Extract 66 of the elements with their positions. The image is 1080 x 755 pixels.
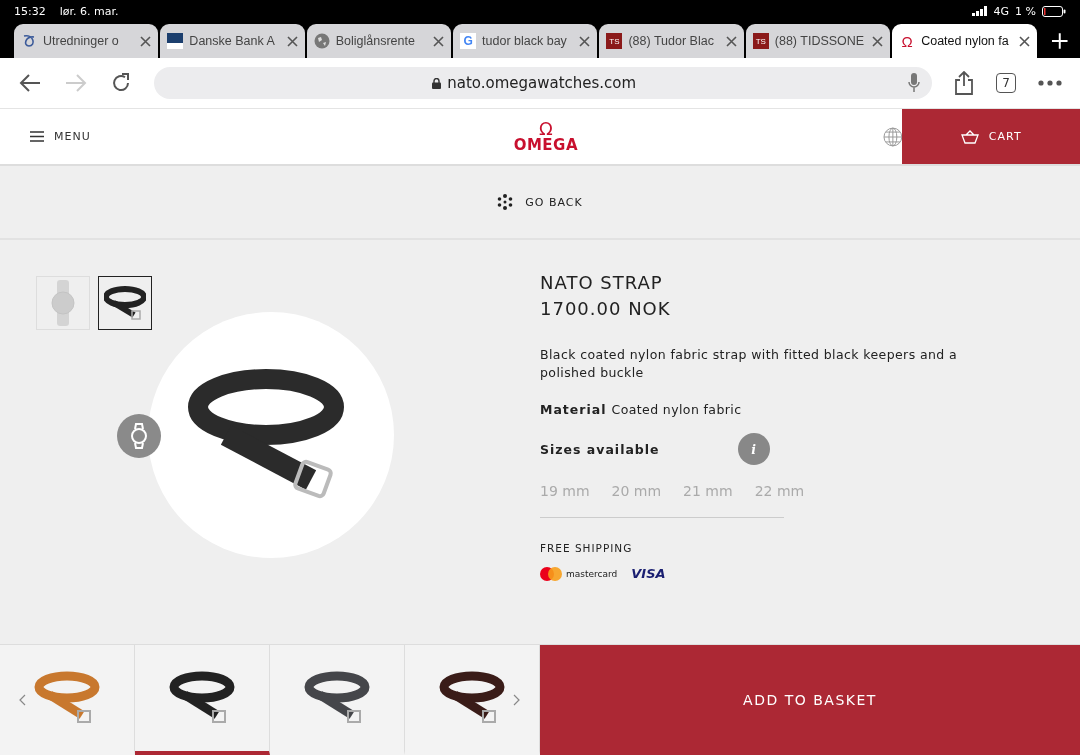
chevron-right-icon[interactable] [513, 694, 520, 706]
close-icon[interactable] [140, 35, 152, 47]
gallery-thumbnail[interactable] [98, 276, 152, 330]
new-tab-icon[interactable] [1050, 32, 1069, 50]
browser-tab[interactable]: TS (88) TIDSSONE [745, 24, 891, 58]
material-value: Coated nylon fabric [611, 402, 742, 417]
status-time: 15:32 [14, 4, 46, 18]
battery-label: 1 % [1015, 4, 1036, 18]
dots-icon [497, 194, 514, 210]
watch-icon [48, 280, 78, 326]
ts-favicon: TS [752, 33, 769, 49]
overlapping-circles-icon [540, 566, 562, 581]
google-favicon: G [460, 33, 477, 49]
browser-tab[interactable]: Danske Bank A [160, 24, 305, 58]
browser-tab[interactable]: Utredninger o [14, 24, 159, 58]
add-to-basket-button[interactable]: ADD TO BASKET [540, 645, 1080, 755]
knot-icon [21, 33, 37, 49]
browser-tab[interactable]: G tudor black bay [453, 24, 598, 58]
browser-tab[interactable]: Boliglånsrente [306, 24, 452, 58]
basket-icon [960, 129, 979, 144]
globe-icon [313, 33, 330, 49]
lock-icon [432, 77, 442, 89]
close-icon[interactable] [1018, 35, 1030, 47]
network-label: 4G [993, 4, 1010, 18]
strap-icon [104, 285, 146, 321]
globe-icon[interactable] [882, 126, 903, 147]
browser-tab[interactable]: TS (88) Tudor Blac [599, 24, 744, 58]
ts-favicon: TS [606, 33, 623, 49]
share-icon[interactable] [954, 71, 975, 95]
microphone-icon[interactable] [908, 73, 921, 93]
close-icon[interactable] [433, 35, 445, 47]
product-price: 1700.00 NOK [540, 297, 672, 321]
cart-button[interactable]: CART [902, 109, 1080, 164]
close-icon[interactable] [286, 35, 298, 47]
signal-icon [971, 6, 988, 16]
strap-variant[interactable] [405, 645, 540, 755]
watch-icon [129, 423, 149, 449]
product-name: NATO STRAP [540, 271, 664, 295]
close-icon[interactable] [579, 35, 591, 47]
material-label: Material [540, 402, 607, 417]
menu-icon [30, 131, 44, 142]
back-icon[interactable] [18, 73, 42, 93]
more-icon[interactable] [1038, 80, 1062, 86]
visa-logo: VISA [631, 566, 666, 581]
free-shipping-label: FREE SHIPPING [540, 542, 634, 554]
battery-icon [1042, 5, 1066, 17]
address-bar[interactable]: nato.omegawatches.com [154, 67, 933, 99]
mastercard-logo: mastercard [566, 568, 618, 579]
close-icon[interactable] [872, 35, 884, 47]
logo-text[interactable]: OMEGA [513, 138, 579, 153]
flag-icon [167, 33, 184, 49]
status-date: lør. 6. mar. [59, 4, 119, 18]
close-icon[interactable] [725, 35, 737, 47]
omega-favicon: Ω [900, 33, 914, 49]
sizes-label: Sizes available [540, 441, 660, 457]
menu-button[interactable]: MENU [0, 109, 464, 164]
browser-tab[interactable]: Ω Coated nylon fa [892, 24, 1037, 58]
go-back-link[interactable]: GO BACK [497, 194, 583, 210]
omega-symbol: Ω [539, 120, 553, 138]
strap-variant[interactable] [270, 645, 405, 755]
info-button[interactable]: i [737, 433, 770, 465]
product-description: Black coated nylon fabric strap with fitted black keepers and a polished buckle [540, 346, 959, 382]
tab-count-button[interactable]: 7 [996, 73, 1016, 93]
strap-variant[interactable] [135, 645, 270, 755]
watch-view-button[interactable] [117, 414, 161, 458]
reload-icon[interactable] [110, 72, 132, 94]
